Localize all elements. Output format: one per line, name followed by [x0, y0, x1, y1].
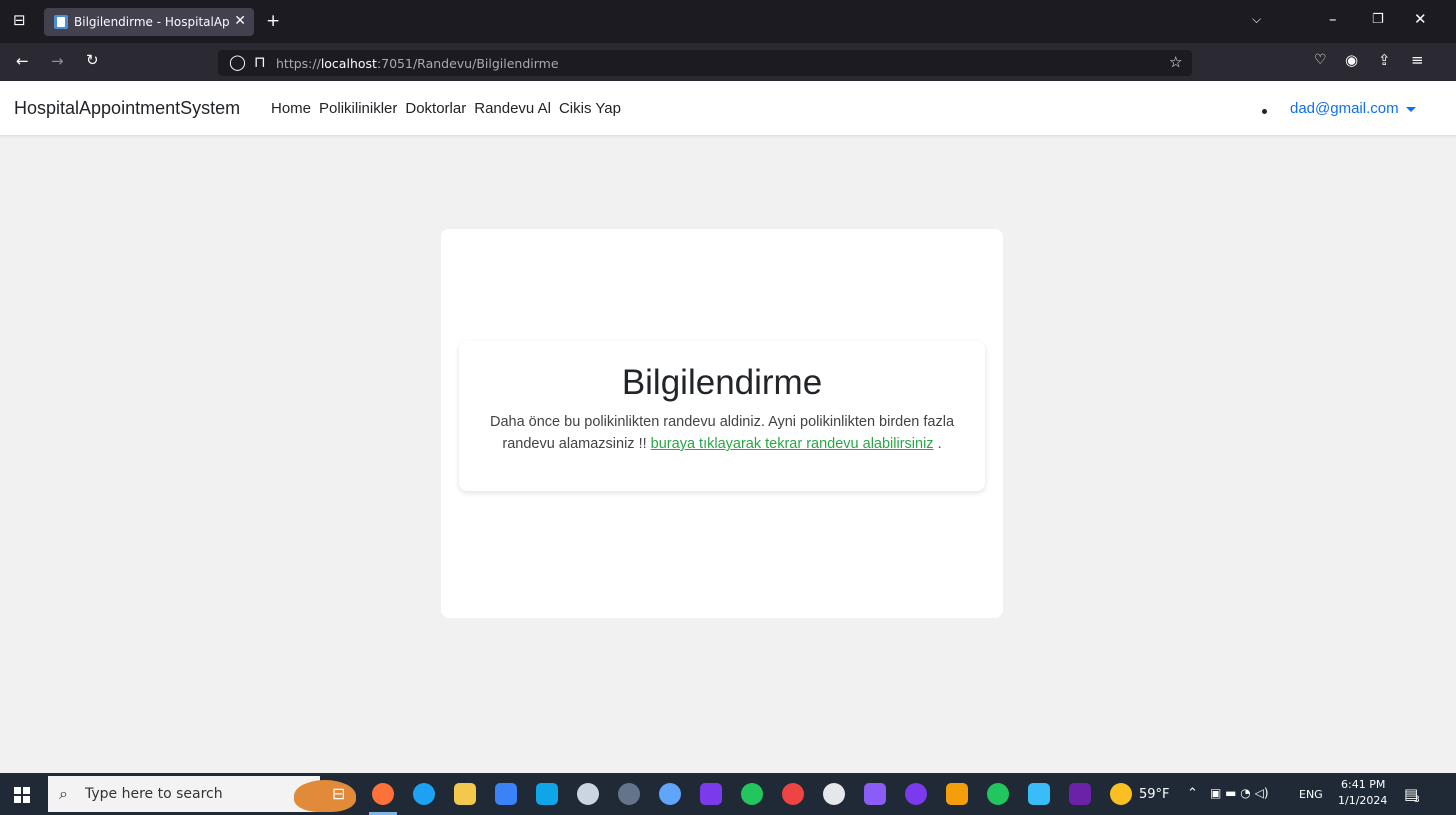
card-title: Bilgilendirme — [621, 363, 823, 402]
obs-icon[interactable] — [618, 783, 640, 805]
menu-icon[interactable]: ≡ — [1411, 53, 1424, 68]
edge-icon[interactable] — [413, 783, 435, 805]
taskbar-search-placeholder: Type here to search — [85, 786, 223, 802]
input-language[interactable]: ENG — [1299, 788, 1323, 801]
reload-icon[interactable]: ↻ — [86, 53, 99, 68]
restore-icon[interactable]: ❐ — [1372, 13, 1384, 26]
app-icon[interactable] — [823, 783, 845, 805]
site-navbar: HospitalAppointmentSystem Home Polikilin… — [0, 81, 1456, 135]
nav-link-home[interactable]: Home — [271, 100, 311, 117]
tray-status-icons[interactable]: ▣ ▬ ◔ ◁) — [1210, 786, 1269, 800]
new-tab-button[interactable]: + — [266, 13, 280, 30]
card-message-end: . — [933, 436, 942, 452]
tab-title: Bilgilendirme - HospitalAppoin — [74, 15, 229, 29]
github-desktop-icon[interactable] — [905, 783, 927, 805]
shield-icon[interactable]: ◯ — [229, 55, 246, 70]
firefox-icon[interactable] — [372, 783, 394, 805]
user-dropdown-toggle[interactable]: dad@gmail.com — [1290, 100, 1399, 117]
visual-studio-icon[interactable] — [864, 783, 886, 805]
clock-time[interactable]: 6:41 PM — [1341, 778, 1385, 791]
nav-link-cikis-yap[interactable]: Cikis Yap — [559, 100, 621, 117]
extensions-icon[interactable]: ⇪ — [1378, 53, 1391, 68]
nav-link-randevu-al[interactable]: Randevu Al — [474, 100, 551, 117]
whatsapp-icon[interactable] — [741, 783, 763, 805]
site-brand[interactable]: HospitalAppointmentSystem — [14, 98, 240, 119]
pocket-icon[interactable]: ♡ — [1314, 53, 1327, 67]
windows-start-icon[interactable] — [14, 787, 30, 803]
windows-taskbar: ⌕ Type here to search ⊟ 59°F ⌃ ▣ ▬ ◔ ◁) … — [0, 773, 1456, 815]
steam-icon[interactable] — [659, 783, 681, 805]
onenote-icon[interactable] — [700, 783, 722, 805]
minimize-icon[interactable]: – — [1329, 12, 1337, 27]
lock-icon[interactable]: ⊓ — [254, 55, 266, 70]
opera-icon[interactable] — [782, 783, 804, 805]
close-window-icon[interactable]: ✕ — [1414, 12, 1427, 27]
browser-tab[interactable]: Bilgilendirme - HospitalAppoin ✕ — [44, 8, 254, 36]
list-bullet — [1262, 109, 1267, 114]
weather-icon[interactable] — [1110, 783, 1132, 805]
tray-chevron-up-icon[interactable]: ⌃ — [1187, 786, 1198, 801]
spotify-icon[interactable] — [987, 783, 1009, 805]
settings-gear-icon[interactable] — [577, 783, 599, 805]
store-icon[interactable] — [495, 783, 517, 805]
bookmark-star-icon[interactable]: ☆ — [1169, 55, 1182, 70]
list-all-tabs-icon[interactable]: ⊟ — [13, 13, 26, 28]
nav-links: Home Polikilinikler Doktorlar Randevu Al… — [271, 100, 629, 117]
browser-tab-bar: ⊟ Bilgilendirme - HospitalAppoin ✕ + ⌵ –… — [0, 0, 1456, 43]
info-card: Bilgilendirme Daha önce bu polikinlikten… — [459, 341, 985, 491]
retry-appointment-link[interactable]: buraya tıklayarak tekrar randevu alabili… — [651, 436, 934, 452]
tab-close-icon[interactable]: ✕ — [234, 13, 246, 29]
nav-link-polikilinikler[interactable]: Polikilinikler — [319, 100, 397, 117]
taskbar-search-box[interactable]: ⌕ Type here to search — [48, 776, 356, 812]
account-icon[interactable]: ◉ — [1345, 53, 1358, 68]
card-text: Daha önce bu polikinlikten randevu aldin… — [472, 411, 972, 455]
terminal-icon[interactable] — [1069, 783, 1091, 805]
url-bar[interactable]: ◯ ⊓ https://localhost:7051/Randevu/Bilgi… — [218, 50, 1192, 76]
search-icon: ⌕ — [59, 784, 68, 803]
paint-icon[interactable] — [946, 783, 968, 805]
caret-down-icon[interactable] — [1406, 107, 1416, 112]
forward-icon[interactable]: → — [51, 54, 64, 69]
nav-link-doktorlar[interactable]: Doktorlar — [405, 100, 466, 117]
notification-count: 3 — [1414, 795, 1420, 805]
clock-date[interactable]: 1/1/2024 — [1338, 794, 1387, 807]
file-explorer-icon[interactable] — [454, 783, 476, 805]
weather-temperature[interactable]: 59°F — [1139, 787, 1170, 802]
tab-overflow-chevron-icon[interactable]: ⌵ — [1252, 13, 1261, 25]
notes-icon[interactable] — [1028, 783, 1050, 805]
task-view-icon[interactable]: ⊟ — [332, 786, 345, 802]
url-text[interactable]: https://localhost:7051/Randevu/Bilgilend… — [276, 56, 559, 71]
page-favicon-icon — [54, 15, 68, 29]
back-icon[interactable]: ← — [16, 54, 29, 69]
mail-icon[interactable] — [536, 783, 558, 805]
search-highlight-image — [294, 780, 356, 812]
